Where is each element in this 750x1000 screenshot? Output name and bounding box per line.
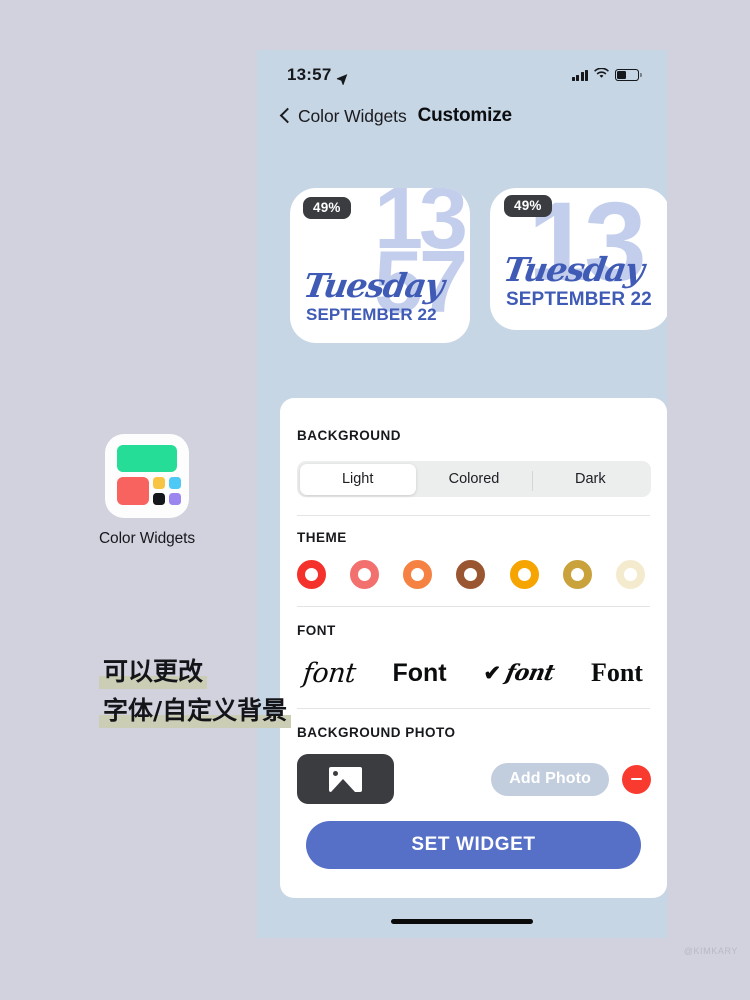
annotation-text: 可以更改 字体/自定义背景	[99, 655, 292, 728]
wifi-icon	[594, 66, 609, 84]
icon-tile-grid	[117, 477, 181, 505]
font-section: FONT font Font ✔ font Font	[280, 607, 667, 694]
status-time-group: 13:57	[287, 65, 348, 85]
theme-swatch-row	[297, 560, 651, 589]
theme-swatch-olive-gold[interactable]	[562, 560, 592, 589]
theme-swatch-salmon[interactable]	[350, 560, 380, 589]
annotation-row-2: 字体/自定义背景	[99, 694, 292, 728]
battery-badge: 49%	[504, 195, 552, 217]
font-sample: Font	[392, 658, 447, 687]
annotation-line-1: 可以更改	[99, 655, 208, 689]
font-option-script[interactable]: font	[301, 657, 358, 689]
widget-preview-medium[interactable]: 49% 13 Tuesday SEPTEMBER 22	[490, 188, 667, 330]
icon-tile-black	[153, 493, 165, 505]
icon-green-bar	[117, 445, 177, 472]
font-option-sans[interactable]: Font	[392, 659, 446, 688]
font-option-script-bold-selected[interactable]: ✔ font	[483, 660, 557, 686]
page-title: Customize	[417, 105, 512, 126]
cellular-signal-icon	[571, 69, 588, 81]
theme-swatch-orange[interactable]	[403, 560, 433, 589]
customize-settings-sheet: BACKGROUND Light Colored Dark THEME FONT…	[280, 398, 667, 898]
theme-section: THEME	[280, 516, 667, 589]
remove-photo-button[interactable]	[622, 764, 651, 794]
icon-tile-yellow	[153, 477, 165, 489]
home-indicator	[391, 918, 533, 924]
set-widget-button[interactable]: SET WIDGET	[306, 821, 641, 869]
widget-date: SEPTEMBER 22	[506, 289, 652, 310]
segment-light[interactable]: Light	[299, 463, 416, 495]
back-button-label[interactable]: Color Widgets	[298, 106, 407, 127]
icon-tile-purple	[169, 493, 181, 505]
app-shortcut[interactable]: Color Widgets	[81, 434, 213, 574]
chevron-left-icon[interactable]	[280, 107, 291, 125]
check-icon: ✔	[483, 661, 502, 685]
background-section: BACKGROUND Light Colored Dark	[280, 398, 667, 497]
widget-date: SEPTEMBER 22	[306, 305, 437, 324]
widget-preview-row: 49% 13 57 Tuesday SEPTEMBER 22 49% 13 Tu…	[257, 188, 667, 346]
widget-day-name: Tuesday	[500, 250, 647, 289]
font-sample: font	[503, 660, 557, 686]
theme-section-label: THEME	[297, 530, 347, 545]
add-photo-button[interactable]: Add Photo	[491, 762, 609, 796]
phone-screenshot: 13:57 Color Widgets Customize 49% 13 57 …	[257, 50, 667, 938]
font-option-row: font Font ✔ font Font	[297, 652, 651, 694]
theme-swatch-amber[interactable]	[509, 560, 539, 589]
widget-preview-small[interactable]: 49% 13 57 Tuesday SEPTEMBER 22	[290, 188, 470, 343]
battery-badge: 49%	[303, 197, 351, 219]
background-segmented-control[interactable]: Light Colored Dark	[297, 461, 651, 497]
font-sample: font	[301, 657, 358, 689]
background-photo-section: BACKGROUND PHOTO Add Photo	[280, 709, 667, 804]
segment-colored[interactable]: Colored	[416, 464, 532, 495]
background-section-label: BACKGROUND	[297, 428, 401, 443]
photo-thumbnail[interactable]	[297, 754, 394, 804]
status-bar: 13:57	[257, 50, 667, 96]
background-photo-row: Add Photo	[297, 754, 651, 804]
app-shortcut-label: Color Widgets	[98, 530, 196, 547]
location-arrow-icon	[336, 70, 348, 85]
theme-swatch-red[interactable]	[297, 560, 326, 589]
font-sample: Font	[590, 658, 643, 687]
font-option-serif[interactable]: Font	[591, 658, 643, 688]
font-section-label: FONT	[297, 623, 336, 638]
minus-icon	[631, 777, 642, 781]
icon-tile-blue	[169, 477, 181, 489]
annotation-line-2: 字体/自定义背景	[99, 694, 292, 728]
watermark: @KIMKARY	[683, 946, 738, 956]
photo-placeholder-icon	[329, 766, 362, 792]
background-photo-section-label: BACKGROUND PHOTO	[297, 725, 456, 740]
theme-swatch-brown[interactable]	[456, 560, 486, 589]
navigation-bar: Color Widgets Customize	[257, 96, 667, 136]
status-time-label: 13:57	[287, 65, 332, 84]
annotation-row-1: 可以更改	[99, 655, 291, 689]
status-indicators	[571, 66, 642, 84]
color-widgets-app-icon[interactable]	[105, 434, 189, 518]
widget-day-name: Tuesday	[300, 266, 447, 305]
icon-tile-red	[117, 477, 149, 505]
theme-swatch-cream[interactable]	[615, 560, 645, 589]
segment-dark[interactable]: Dark	[532, 464, 648, 495]
battery-icon	[615, 69, 642, 81]
